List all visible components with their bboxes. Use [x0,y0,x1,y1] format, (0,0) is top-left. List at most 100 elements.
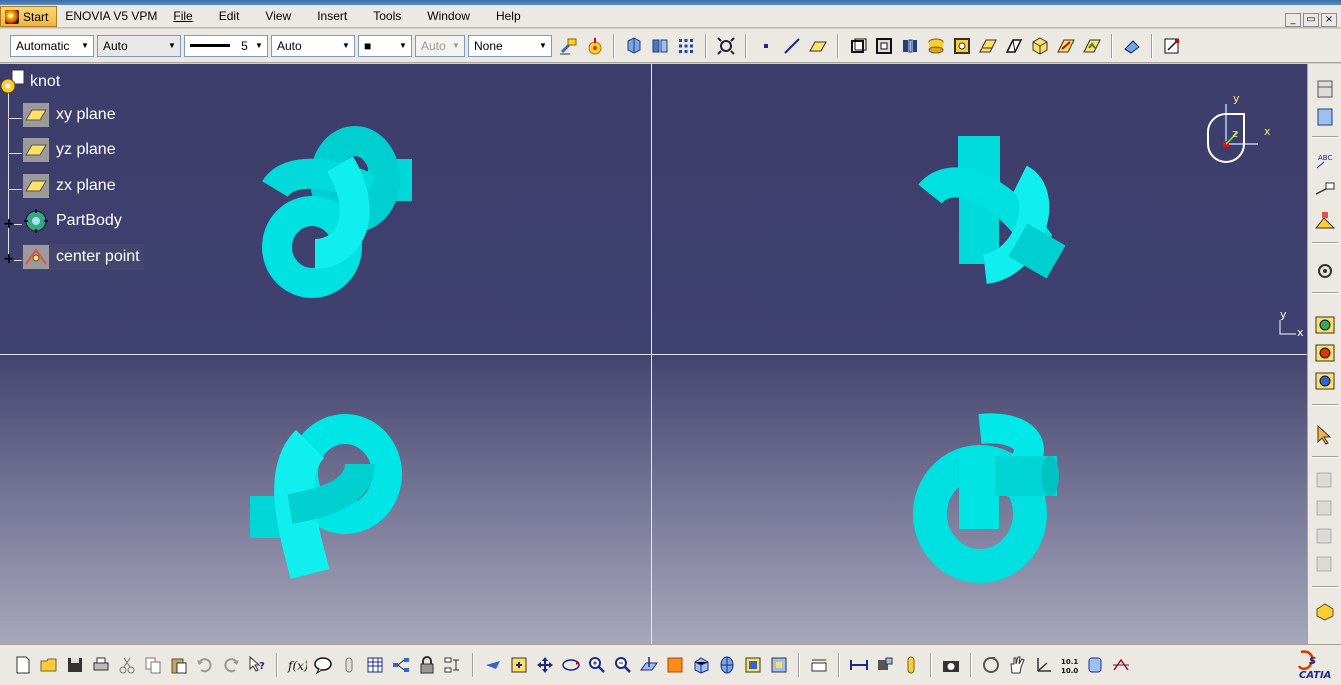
eraser-icon[interactable] [1120,34,1144,58]
boolean-remove-icon[interactable] [1314,498,1336,520]
redo-icon[interactable] [219,653,243,677]
fly-mode-icon[interactable] [481,653,505,677]
measure-between-icon[interactable] [847,653,871,677]
print-icon[interactable] [89,653,113,677]
thickness-icon[interactable] [1054,34,1078,58]
plane-icon[interactable] [806,34,830,58]
minimize-button[interactable]: _ [1285,13,1301,27]
tree-item-partbody[interactable]: PartBody [22,208,122,234]
iso-view-icon[interactable] [689,653,713,677]
linetype-combo[interactable]: Auto ▼ [271,34,355,57]
line-icon[interactable] [780,34,804,58]
copy-icon[interactable] [141,653,165,677]
grid-icon[interactable] [674,34,698,58]
hole-icon[interactable] [924,34,948,58]
units-icon[interactable]: 10.1 10.0 [1057,653,1081,677]
menu-enovia[interactable]: ENOVIA V5 VPM [57,6,165,27]
whats-this-icon[interactable]: ? [245,653,269,677]
restore-button[interactable]: ▭ [1303,13,1319,27]
tree-item-xy-plane[interactable]: xy plane [22,102,116,128]
knowledge-check-icon[interactable] [1314,370,1336,392]
thickness-combo[interactable]: 5 ▼ [184,34,268,57]
design-table-icon[interactable] [363,653,387,677]
sketcher-icon[interactable] [1160,34,1184,58]
normal-view-icon[interactable] [637,653,661,677]
multi-view-icon[interactable] [663,653,687,677]
dress-up-icon[interactable] [1314,78,1336,100]
3d-viewport[interactable]: knot xy plane yz plane zx plane + PartBo… [0,64,1307,644]
pad-icon[interactable] [846,34,870,58]
expand-partbody-icon[interactable]: + [3,217,15,231]
measure-item-icon[interactable] [873,653,897,677]
refresh-icon[interactable] [979,653,1003,677]
undo-icon[interactable] [193,653,217,677]
knowledge-rule-icon[interactable] [1314,342,1336,364]
measure-inertia-icon[interactable] [899,653,923,677]
new-file-icon[interactable] [11,653,35,677]
menu-help[interactable]: Help [488,6,529,27]
compass-widget[interactable]: y z x [1196,92,1276,172]
analysis-icon[interactable] [1314,210,1336,232]
boolean-add-icon[interactable] [1314,470,1336,492]
hand-icon[interactable] [1005,653,1029,677]
measure-icon[interactable] [1314,180,1336,202]
point-symbol-combo[interactable]: ■ ▼ [358,34,412,57]
fillet-icon[interactable] [976,34,1000,58]
knowledge-icon[interactable] [1314,314,1336,336]
boolean-intersect-icon[interactable] [1314,526,1336,548]
menu-tools[interactable]: Tools [365,6,409,27]
part-design-icon[interactable] [622,34,646,58]
capture-icon[interactable] [939,653,963,677]
layer-filter-combo[interactable]: Auto ▼ [415,34,465,57]
tree-item-yz-plane[interactable]: yz plane [22,137,116,163]
rotate-icon[interactable] [559,653,583,677]
transform-icon[interactable] [1314,106,1336,128]
zoom-in-icon[interactable] [585,653,609,677]
hide-show-icon[interactable] [741,653,765,677]
axis-system-icon[interactable] [1031,653,1055,677]
lock-icon[interactable] [415,653,439,677]
zoom-out-icon[interactable] [611,653,635,677]
formula-icon[interactable]: f(x) [285,653,309,677]
open-folder-icon[interactable] [37,653,61,677]
boolean-union-trim-icon[interactable] [1314,554,1336,576]
point-icon[interactable] [754,34,778,58]
paste-icon[interactable] [167,653,191,677]
surface-icon[interactable] [648,34,672,58]
layer-combo[interactable]: None ▼ [468,34,552,57]
rib-icon[interactable] [950,34,974,58]
properties-icon[interactable] [582,34,606,58]
menu-file[interactable]: File [165,6,200,27]
painter-icon[interactable] [556,34,580,58]
gear-icon[interactable] [1314,260,1336,282]
menu-edit[interactable]: Edit [211,6,248,27]
color-combo[interactable]: Automatic ▼ [10,34,94,57]
comment-icon[interactable] [311,653,335,677]
pocket-icon[interactable] [872,34,896,58]
menu-insert[interactable]: Insert [309,6,355,27]
shell-icon[interactable] [1028,34,1052,58]
chamfer-icon[interactable] [1002,34,1026,58]
catalog-icon[interactable] [389,653,413,677]
close-button[interactable]: × [1321,13,1337,27]
select-cursor-icon[interactable] [1314,424,1336,446]
fit-all-in-icon[interactable] [507,653,531,677]
shaft-icon[interactable] [898,34,922,58]
hierarchy-icon[interactable] [441,653,465,677]
knowledge-parameter-icon[interactable] [337,653,361,677]
cut-icon[interactable] [115,653,139,677]
fit-all-icon[interactable] [714,34,738,58]
annotation-icon[interactable]: ABC [1314,150,1336,172]
tree-item-zx-plane[interactable]: zx plane [22,173,116,199]
grid-snap-icon[interactable] [807,653,831,677]
apply-material-icon[interactable] [1314,600,1336,622]
swap-visible-space-icon[interactable] [767,653,791,677]
update-icon[interactable] [1083,653,1107,677]
save-icon[interactable] [63,653,87,677]
tree-item-center-point[interactable]: center point [22,244,144,270]
tolerance-icon[interactable] [1109,653,1133,677]
transparency-combo[interactable]: Auto ▼ [97,34,181,57]
draft-icon[interactable] [1080,34,1104,58]
tree-root-knot[interactable]: knot [0,69,60,95]
shading-icon[interactable] [715,653,739,677]
